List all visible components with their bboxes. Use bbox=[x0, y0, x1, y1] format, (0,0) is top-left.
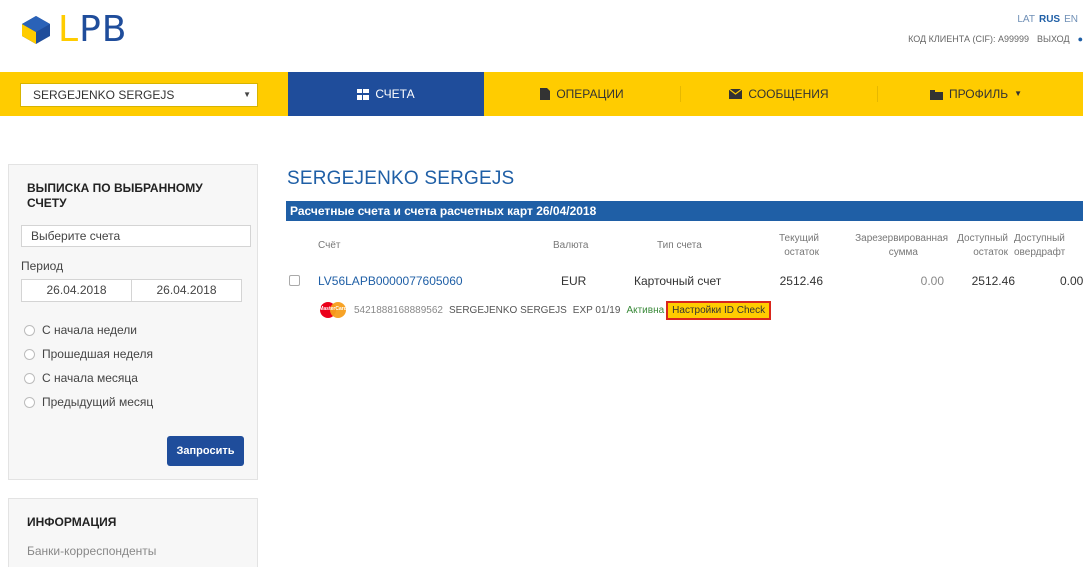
radio-week-start[interactable]: С начала недели bbox=[24, 323, 137, 337]
col-current-balance: Текущий остаток bbox=[771, 232, 819, 260]
caret-down-icon: ▼ bbox=[1014, 89, 1023, 98]
col-account: Счёт bbox=[318, 240, 341, 251]
correspondent-banks-link[interactable]: Банки-корреспонденты bbox=[27, 544, 257, 558]
lpb-shield-icon bbox=[22, 16, 50, 44]
card-row: MasterCard 5421888168889562 SERGEJENKO S… bbox=[318, 298, 772, 322]
grid-icon bbox=[357, 88, 370, 100]
period-label: Период bbox=[21, 259, 64, 273]
account-type: Карточный счет bbox=[634, 274, 722, 288]
current-balance: 2512.46 bbox=[779, 274, 823, 288]
tab-operations-label: ОПЕРАЦИИ bbox=[556, 87, 624, 101]
tab-profile[interactable]: ПРОФИЛЬ ▼ bbox=[878, 72, 1074, 116]
info-panel: ИНФОРМАЦИЯ Банки-корреспонденты bbox=[8, 498, 258, 567]
col-reserved-line1: Зарезервированная bbox=[855, 233, 948, 244]
mastercard-icon: MasterCard bbox=[318, 301, 348, 319]
available-overdraft: 0.00 bbox=[1060, 274, 1083, 288]
client-select[interactable]: SERGEJENKO SERGEJS ▼ bbox=[20, 83, 258, 107]
lang-rus[interactable]: RUS bbox=[1039, 14, 1060, 25]
col-overdraft-line2: овердрафт bbox=[1014, 247, 1066, 258]
card-status: Активна bbox=[626, 304, 665, 316]
request-button[interactable]: Запросить bbox=[167, 436, 244, 466]
account-select[interactable]: Выберите счета bbox=[21, 225, 251, 247]
col-currency: Валюта bbox=[553, 240, 589, 251]
power-icon[interactable]: ● bbox=[1078, 34, 1083, 44]
col-reserved-line2: сумма bbox=[888, 247, 918, 258]
account-number-link[interactable]: LV56LAPB0000077605060 bbox=[318, 274, 463, 288]
caret-down-icon: ▼ bbox=[243, 90, 251, 99]
radio-button[interactable] bbox=[24, 372, 35, 384]
col-current-balance-line2: остаток bbox=[784, 247, 819, 258]
tab-messages-label: СООБЩЕНИЯ bbox=[748, 87, 829, 101]
folder-icon bbox=[929, 89, 943, 100]
lang-lat[interactable]: LAT bbox=[1017, 14, 1035, 25]
date-to-input[interactable]: 26.04.2018 bbox=[131, 279, 242, 302]
tab-messages[interactable]: СООБЩЕНИЯ bbox=[681, 72, 877, 116]
radio-label: Предыдущий месяц bbox=[42, 395, 154, 409]
col-available-line2: остаток bbox=[973, 247, 1008, 258]
reserved-amount: 0.00 bbox=[920, 274, 944, 288]
id-check-settings-button[interactable]: Настройки ID Check bbox=[666, 300, 772, 320]
statement-title: ВЫПИСКА ПО ВЫБРАННОМУ СЧЕТУ bbox=[27, 181, 203, 210]
col-current-balance-line1: Текущий bbox=[779, 233, 819, 244]
radio-button[interactable] bbox=[24, 396, 35, 408]
radio-button[interactable] bbox=[24, 324, 35, 336]
lang-en[interactable]: EN bbox=[1064, 14, 1078, 25]
col-reserved: Зарезервированная сумма bbox=[833, 232, 948, 260]
mastercard-text: MasterCard bbox=[319, 306, 347, 312]
envelope-icon bbox=[729, 89, 743, 99]
date-from-input[interactable]: 26.04.2018 bbox=[21, 279, 132, 302]
client-code: КОД КЛИЕНТА (CIF): A99999 bbox=[908, 34, 1029, 44]
col-type: Тип счета bbox=[657, 240, 702, 251]
lpb-logo[interactable]: LPB bbox=[20, 10, 127, 50]
col-overdraft-line1: Доступный bbox=[1014, 233, 1065, 244]
statement-panel: ВЫПИСКА ПО ВЫБРАННОМУ СЧЕТУ Выберите сче… bbox=[8, 164, 258, 480]
client-select-value: SERGEJENKO SERGEJS bbox=[33, 88, 175, 102]
tab-operations[interactable]: ОПЕРАЦИИ bbox=[484, 72, 680, 116]
info-title: ИНФОРМАЦИЯ bbox=[27, 515, 117, 529]
tab-accounts-label: СЧЕТА bbox=[375, 87, 415, 101]
radio-label: С начала недели bbox=[42, 323, 137, 337]
col-available: Доступный остаток bbox=[955, 232, 1008, 260]
card-expiry: EXP 01/19 bbox=[572, 304, 621, 316]
radio-last-week[interactable]: Прошедшая неделя bbox=[24, 347, 153, 361]
row-checkbox[interactable] bbox=[289, 275, 300, 286]
radio-label: Прошедшая неделя bbox=[42, 347, 153, 361]
card-number: 5421888168889562 bbox=[354, 304, 443, 316]
radio-month-start[interactable]: С начала месяца bbox=[24, 371, 138, 385]
client-info-line: КОД КЛИЕНТА (CIF): A99999 ВЫХОД ● bbox=[908, 34, 1083, 44]
page-title: SERGEJENKO SERGEJS bbox=[287, 168, 515, 189]
main-navigation: SERGEJENKO SERGEJS ▼ СЧЕТА ОПЕРАЦИИ СООБ… bbox=[0, 72, 1083, 116]
language-switcher: LAT RUS EN bbox=[1017, 14, 1078, 25]
logo-wordmark: LPB bbox=[58, 9, 128, 50]
available-balance: 2512.46 bbox=[971, 274, 1015, 288]
card-holder: SERGEJENKO SERGEJS bbox=[448, 304, 567, 316]
radio-button[interactable] bbox=[24, 348, 35, 360]
col-available-line1: Доступный bbox=[957, 233, 1008, 244]
accounts-table-title: Расчетные счета и счета расчетных карт 2… bbox=[286, 201, 1083, 221]
col-overdraft: Доступный овердрафт bbox=[1014, 232, 1083, 260]
document-icon bbox=[540, 88, 551, 100]
logout-link[interactable]: ВЫХОД bbox=[1037, 34, 1070, 44]
tab-accounts[interactable]: СЧЕТА bbox=[288, 72, 484, 116]
radio-label: С начала месяца bbox=[42, 371, 138, 385]
account-currency: EUR bbox=[561, 274, 587, 288]
tab-profile-label: ПРОФИЛЬ bbox=[948, 87, 1009, 101]
radio-previous-month[interactable]: Предыдущий месяц bbox=[24, 395, 153, 409]
